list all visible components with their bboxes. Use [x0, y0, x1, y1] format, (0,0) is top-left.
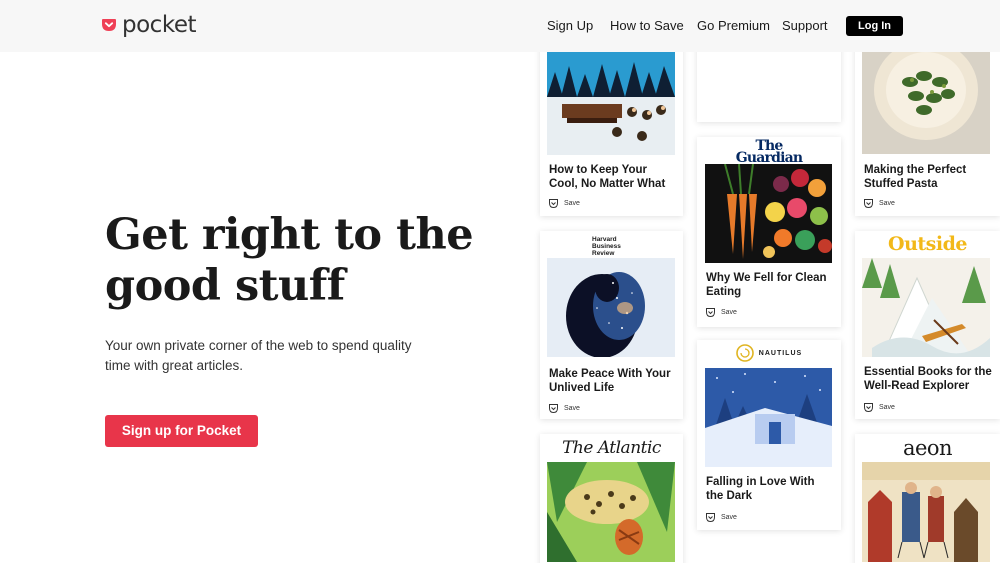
article-card-hbr[interactable]: Harvard Business Review Make Peace With …	[540, 231, 683, 419]
article-image-sled-dogs	[547, 52, 675, 155]
save-action[interactable]: Save	[863, 402, 895, 413]
article-card-nautilus[interactable]: NAUTILUS Falling in Love With the Dark S…	[697, 340, 841, 530]
article-title[interactable]: How to Keep Your Cool, No Matter What	[549, 163, 677, 191]
save-label: Save	[564, 405, 580, 412]
pocket-logo[interactable]: pocket	[101, 11, 197, 39]
publisher-logo-atlantic: The Atlantic	[562, 438, 661, 458]
pocket-save-icon	[549, 404, 558, 414]
save-label: Save	[721, 309, 737, 316]
save-action[interactable]: Save	[548, 403, 580, 414]
nautilus-shell-icon	[735, 344, 754, 362]
hero-subtext: Your own private corner of the web to sp…	[105, 338, 412, 373]
hero-headline: Get right to the good stuff	[105, 210, 474, 311]
logo-text: pocket	[122, 12, 197, 38]
nav-support-link[interactable]: Support	[782, 17, 828, 35]
article-image-night-snow	[705, 368, 832, 467]
article-image-snowy-mountain	[862, 258, 990, 357]
article-card-outside[interactable]: Outside Essential Books for the Well-Rea…	[855, 231, 1000, 419]
article-card-guardian[interactable]: The Guardian Why We Fell for Clean Eatin…	[697, 137, 841, 327]
pocket-save-icon	[549, 199, 558, 209]
publisher-logo-aeon: aeon	[902, 436, 953, 460]
publisher-logo-outside: Outside	[888, 233, 967, 255]
save-action[interactable]: Save	[863, 198, 895, 209]
save-label: Save	[879, 404, 895, 411]
save-label: Save	[721, 514, 737, 521]
article-image-tapestry	[862, 462, 990, 562]
article-title[interactable]: Essential Books for the Well-Read Explor…	[864, 365, 996, 393]
article-image-vegetables	[705, 164, 832, 263]
publisher-logo-nautilus: NAUTILUS	[697, 344, 841, 362]
article-title[interactable]: Make Peace With Your Unlived Life	[549, 367, 677, 395]
nav-how-to-save-link[interactable]: How to Save	[610, 17, 684, 35]
article-image-pasta	[862, 52, 990, 154]
article-image-embrace	[547, 258, 675, 357]
log-in-button[interactable]: Log In	[846, 16, 903, 36]
nav-go-premium-link[interactable]: Go Premium	[697, 17, 770, 35]
article-title[interactable]: Falling in Love With the Dark	[706, 475, 834, 503]
article-card-keep-cool[interactable]: How to Keep Your Cool, No Matter What Sa…	[540, 30, 683, 216]
publisher-logo-hbr: Harvard Business Review	[592, 236, 621, 257]
save-action[interactable]: Save	[548, 198, 580, 209]
sign-up-for-pocket-button[interactable]: Sign up for Pocket	[105, 415, 258, 447]
pocket-save-icon	[864, 403, 873, 413]
pocket-save-icon	[706, 513, 715, 523]
article-title[interactable]: Why We Fell for Clean Eating	[706, 271, 834, 299]
pocket-save-icon	[864, 199, 873, 209]
article-card-atlantic[interactable]: The Atlantic	[540, 434, 683, 563]
article-card-stuffed-pasta[interactable]: Making the Perfect Stuffed Pasta Save	[855, 30, 1000, 216]
article-title[interactable]: Making the Perfect Stuffed Pasta	[864, 163, 994, 191]
nav-sign-up-link[interactable]: Sign Up	[547, 17, 593, 35]
save-action[interactable]: Save	[705, 512, 737, 523]
pocket-save-icon	[706, 308, 715, 318]
site-header: pocket Sign Up How to Save Go Premium Su…	[0, 0, 1000, 52]
publisher-logo-guardian: The Guardian	[735, 138, 803, 166]
save-label: Save	[879, 200, 895, 207]
save-label: Save	[564, 200, 580, 207]
article-image-leopard	[547, 462, 675, 562]
pocket-logo-icon	[102, 19, 116, 31]
publisher-name: NAUTILUS	[758, 349, 803, 357]
article-card-aeon[interactable]: aeon	[855, 434, 1000, 563]
save-action[interactable]: Save	[705, 307, 737, 318]
